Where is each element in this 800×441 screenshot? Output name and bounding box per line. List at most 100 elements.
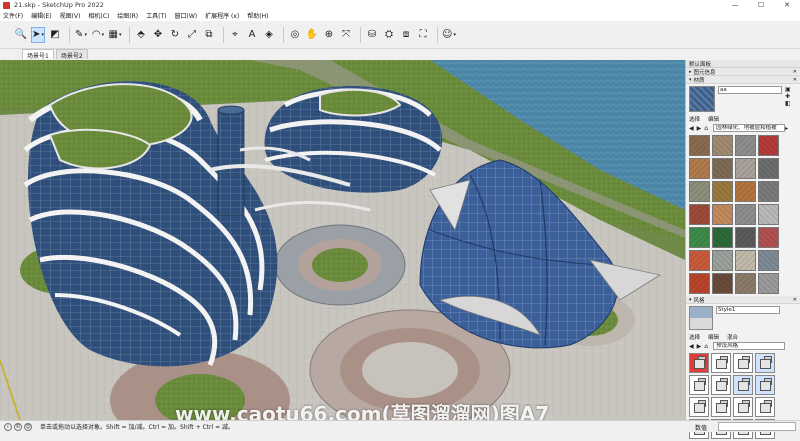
menu-view[interactable]: 视图(V) — [60, 11, 81, 20]
styles-library-select[interactable]: 预设风格 — [713, 342, 786, 350]
forward-arrow-icon[interactable]: ▶ — [697, 343, 702, 350]
select-tool-icon[interactable]: ➤ ▾ — [31, 26, 45, 43]
back-arrow-icon[interactable]: ◀ — [689, 125, 694, 132]
material-thumbnail[interactable] — [689, 204, 710, 225]
style-thumbnail[interactable] — [689, 353, 709, 373]
create-material-icon[interactable]: ✚ — [785, 93, 791, 100]
style-thumbnail[interactable] — [689, 397, 709, 417]
material-thumbnail[interactable] — [712, 181, 733, 202]
material-thumbnail[interactable] — [735, 273, 756, 294]
pan-icon[interactable]: ✋ — [305, 27, 319, 43]
back-arrow-icon[interactable]: ◀ — [689, 343, 694, 350]
search-icon[interactable]: 🔍 — [14, 27, 28, 43]
material-thumbnail[interactable] — [735, 181, 756, 202]
scene-tab-2[interactable]: 场景号2 — [55, 49, 88, 60]
material-thumbnail[interactable] — [712, 250, 733, 271]
material-thumbnail[interactable] — [735, 227, 756, 248]
scale-icon[interactable]: ⤢ — [185, 27, 199, 43]
orbit-icon[interactable]: ◎ — [288, 27, 302, 43]
display-secondary-icon[interactable]: ▣ — [785, 86, 791, 93]
style-thumbnail[interactable] — [755, 397, 775, 417]
shape-tool-icon[interactable]: ▦ ▾ — [108, 27, 122, 43]
material-thumbnail[interactable] — [712, 158, 733, 179]
material-thumbnail[interactable] — [689, 158, 710, 179]
menu-edit[interactable]: 编辑(E) — [31, 11, 51, 20]
material-thumbnail[interactable] — [758, 273, 779, 294]
style-thumbnail[interactable] — [711, 375, 731, 395]
measurements-input[interactable] — [718, 422, 796, 431]
material-thumbnail[interactable] — [689, 135, 710, 156]
material-thumbnail[interactable] — [712, 273, 733, 294]
tab-materials-edit[interactable]: 编辑 — [708, 115, 719, 123]
tab-materials-select[interactable]: 选择 — [689, 115, 700, 123]
menu-draw[interactable]: 绘图(R) — [117, 11, 138, 20]
material-thumbnail[interactable] — [735, 135, 756, 156]
style-thumbnail[interactable] — [733, 353, 753, 373]
menu-help[interactable]: 帮助(H) — [247, 11, 268, 20]
material-thumbnail[interactable] — [689, 273, 710, 294]
material-thumbnail[interactable] — [735, 250, 756, 271]
material-thumbnail[interactable] — [735, 204, 756, 225]
menu-window[interactable]: 窗口(W) — [175, 11, 198, 20]
style-thumbnail[interactable] — [733, 397, 753, 417]
home-icon[interactable]: ⌂ — [704, 125, 708, 132]
menu-extensions[interactable]: 扩展程序 (x) — [205, 11, 239, 20]
default-material-icon[interactable]: ◧ — [785, 100, 791, 107]
user-icon[interactable]: ☺ — [24, 422, 32, 431]
move-icon[interactable]: ✥ — [151, 27, 165, 43]
material-thumbnail[interactable] — [712, 227, 733, 248]
material-thumbnail[interactable] — [758, 250, 779, 271]
current-material-swatch[interactable] — [689, 86, 715, 112]
material-thumbnail[interactable] — [758, 204, 779, 225]
home-icon[interactable]: ⌂ — [704, 343, 708, 350]
paint-bucket-icon[interactable]: ◈ — [262, 27, 276, 43]
materials-panel-header[interactable]: ▾ 材质 ✕ — [686, 76, 800, 84]
style-thumbnail[interactable] — [689, 375, 709, 395]
layout-icon[interactable]: ⧈ — [399, 27, 413, 43]
style-thumbnail[interactable] — [733, 375, 753, 395]
material-thumbnail[interactable] — [758, 135, 779, 156]
tab-styles-mix[interactable]: 混合 — [727, 333, 738, 341]
credits-icon[interactable]: © — [14, 422, 22, 431]
menu-tools[interactable]: 工具(T) — [146, 11, 166, 20]
maximize-button[interactable]: ☐ — [748, 0, 774, 10]
rotate-icon[interactable]: ↻ — [168, 27, 182, 43]
close-icon[interactable]: ✕ — [793, 297, 797, 303]
styles-panel-header[interactable]: ▾ 风格 ✕ — [686, 296, 800, 304]
menu-file[interactable]: 文件(F) — [3, 11, 23, 20]
style-thumbnail[interactable] — [755, 375, 775, 395]
tape-measure-icon[interactable]: ⌖ — [228, 27, 242, 43]
material-thumbnail[interactable] — [758, 227, 779, 248]
push-pull-icon[interactable]: ⬘ — [134, 27, 148, 43]
material-thumbnail[interactable] — [689, 181, 710, 202]
current-style-thumbnail[interactable] — [689, 306, 713, 330]
model-viewport[interactable]: www.caotu66.com(草图溜溜网)图A7 — [0, 60, 685, 420]
style-thumbnail[interactable] — [755, 353, 775, 373]
minimize-button[interactable]: — — [722, 0, 748, 10]
style-name-field[interactable]: Style1 — [716, 306, 780, 314]
geo-location-icon[interactable]: i — [4, 422, 12, 431]
tab-styles-select[interactable]: 选择 — [689, 333, 700, 341]
3d-warehouse-icon[interactable]: ⛁ — [365, 27, 379, 43]
material-thumbnail[interactable] — [735, 158, 756, 179]
tab-styles-edit[interactable]: 编辑 — [708, 333, 719, 341]
material-thumbnail[interactable] — [712, 135, 733, 156]
menu-camera[interactable]: 相机(C) — [88, 11, 109, 20]
material-thumbnail[interactable] — [758, 158, 779, 179]
zoom-icon[interactable]: ⊕ — [322, 27, 336, 43]
material-thumbnail[interactable] — [758, 181, 779, 202]
close-icon[interactable]: ✕ — [793, 77, 797, 83]
extension-warehouse-icon[interactable]: ⛭ — [382, 27, 396, 43]
scene-tab-1[interactable]: 场景号1 — [22, 49, 54, 60]
offset-icon[interactable]: ⧉ — [202, 27, 216, 43]
eraser-icon[interactable]: ◩ — [48, 27, 62, 43]
zoom-extents-icon[interactable]: ⤧ — [339, 27, 353, 43]
extension-manager-icon[interactable]: ⛶ — [416, 27, 430, 43]
style-thumbnail[interactable] — [711, 353, 731, 373]
details-arrow-icon[interactable]: ▸ — [785, 125, 788, 132]
arc-tool-icon[interactable]: ◠ ▾ — [91, 27, 105, 43]
material-thumbnail[interactable] — [689, 250, 710, 271]
materials-library-select[interactable]: 园林绿化、地被层和植被 — [713, 124, 786, 132]
close-button[interactable]: ✕ — [774, 0, 800, 10]
close-icon[interactable]: ✕ — [793, 69, 797, 75]
